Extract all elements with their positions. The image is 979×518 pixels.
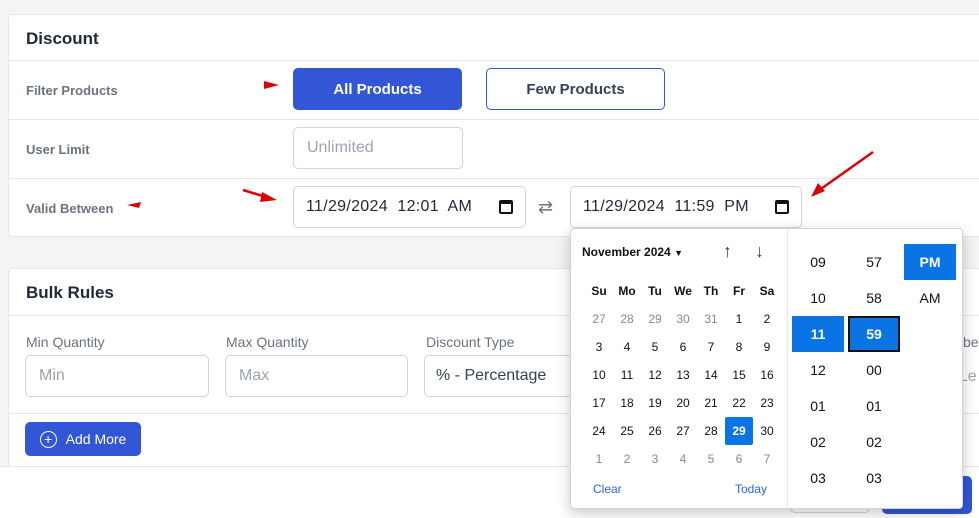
annotation-arrow <box>811 183 825 197</box>
annotation-arrow <box>817 150 874 193</box>
annotation-arrows <box>127 81 874 208</box>
annotation-arrow <box>260 192 277 202</box>
annotation-arrow <box>264 81 279 89</box>
annotation-arrow <box>127 202 141 208</box>
